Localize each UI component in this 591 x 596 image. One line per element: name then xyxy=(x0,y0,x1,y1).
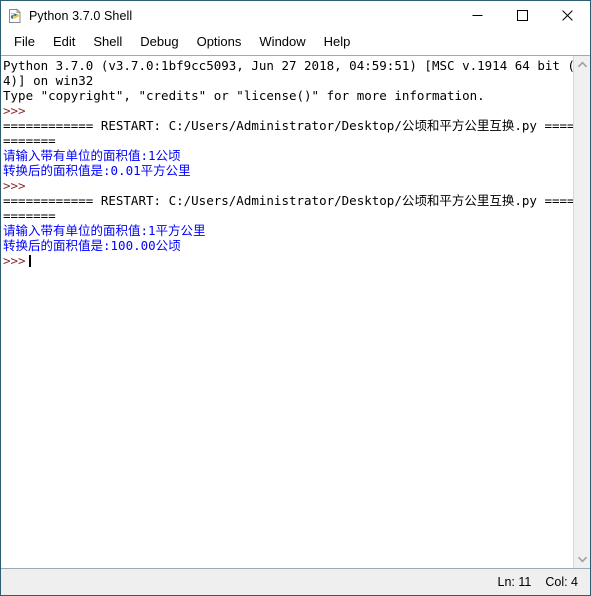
status-bar: Ln: 11 Col: 4 xyxy=(1,569,590,595)
menu-item-shell[interactable]: Shell xyxy=(84,32,131,53)
shell-line: ============ RESTART: C:/Users/Administr… xyxy=(3,118,573,133)
title-bar[interactable]: Python 3.7.0 Shell xyxy=(1,1,590,30)
shell-line: ======= xyxy=(3,208,56,223)
window-controls xyxy=(455,1,590,30)
maximize-button[interactable] xyxy=(500,1,545,30)
shell-body: Python 3.7.0 (v3.7.0:1bf9cc5093, Jun 27 … xyxy=(1,55,590,569)
close-button[interactable] xyxy=(545,1,590,30)
shell-line: 请输入带有单位的面积值:1平方公里 xyxy=(3,223,206,238)
status-column-number: Col: 4 xyxy=(545,575,578,589)
shell-line: 4)] on win32 xyxy=(3,73,94,88)
shell-line: >>> xyxy=(3,103,26,118)
status-line-number: Ln: 11 xyxy=(497,575,532,589)
shell-line: ======= xyxy=(3,133,56,148)
minimize-icon xyxy=(472,15,483,16)
menu-item-file[interactable]: File xyxy=(5,32,44,53)
scrollbar-track[interactable] xyxy=(573,73,590,551)
shell-line: 转换后的面积值是:100.00公顷 xyxy=(3,238,181,253)
chevron-up-icon xyxy=(577,61,587,68)
menu-item-debug[interactable]: Debug xyxy=(131,32,187,53)
shell-line: >>> xyxy=(3,178,26,193)
shell-line: ============ RESTART: C:/Users/Administr… xyxy=(3,193,573,208)
scroll-down-button[interactable] xyxy=(573,551,590,568)
menu-item-help[interactable]: Help xyxy=(315,32,360,53)
shell-line: 请输入带有单位的面积值:1公顷 xyxy=(3,148,181,163)
minimize-button[interactable] xyxy=(455,1,500,30)
shell-line: Type "copyright", "credits" or "license(… xyxy=(3,88,485,103)
menu-item-window[interactable]: Window xyxy=(250,32,314,53)
vertical-scrollbar[interactable] xyxy=(573,56,590,568)
window-title: Python 3.7.0 Shell xyxy=(29,8,133,23)
text-cursor xyxy=(28,255,31,267)
idle-shell-window: Python 3.7.0 Shell File Edit Shell Debug… xyxy=(0,0,591,596)
menu-bar: File Edit Shell Debug Options Window Hel… xyxy=(1,30,590,55)
shell-line: >>> xyxy=(3,253,573,268)
menu-item-edit[interactable]: Edit xyxy=(44,32,84,53)
scroll-up-button[interactable] xyxy=(573,56,590,73)
shell-line: Python 3.7.0 (v3.7.0:1bf9cc5093, Jun 27 … xyxy=(3,58,573,73)
shell-text-area[interactable]: Python 3.7.0 (v3.7.0:1bf9cc5093, Jun 27 … xyxy=(1,56,573,568)
menu-item-options[interactable]: Options xyxy=(188,32,251,53)
python-file-icon xyxy=(7,8,23,24)
maximize-icon xyxy=(517,10,528,21)
shell-line: 转换后的面积值是:0.01平方公里 xyxy=(3,163,191,178)
chevron-down-icon xyxy=(577,556,587,563)
close-icon xyxy=(562,10,573,21)
